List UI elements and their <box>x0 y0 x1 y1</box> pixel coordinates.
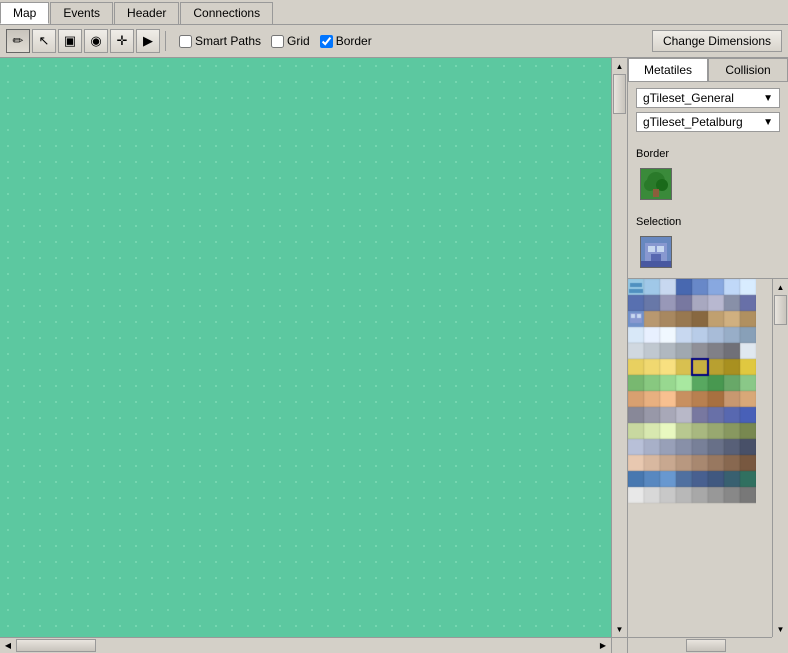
tileset-hscroll-thumb[interactable] <box>686 639 726 652</box>
tab-connections[interactable]: Connections <box>180 2 273 24</box>
dropper-tool-button[interactable]: ◉ <box>84 29 108 53</box>
pointer-tool-button[interactable]: ↖ <box>32 29 56 53</box>
selection-preview-tile[interactable] <box>640 236 672 268</box>
grid-label[interactable]: Grid <box>271 34 310 48</box>
grid-text: Grid <box>287 34 310 48</box>
change-dimensions-button[interactable]: Change Dimensions <box>652 30 782 52</box>
scroll-vertical-thumb[interactable] <box>613 74 626 114</box>
forward-tool-button[interactable]: ▶ <box>136 29 160 53</box>
main-layout: ▲ ▼ ◀ ▶ Metatiles Collision gTileset_Gen… <box>0 58 788 653</box>
map-background[interactable] <box>0 58 611 637</box>
toolbar-separator <box>165 31 166 51</box>
map-area: ▲ ▼ ◀ ▶ <box>0 58 628 653</box>
panel-tab-bar: Metatiles Collision <box>628 58 788 82</box>
border-text: Border <box>336 34 372 48</box>
tab-header[interactable]: Header <box>114 2 179 24</box>
tileset-canvas-element[interactable] <box>628 279 756 599</box>
pencil-tool-button[interactable]: ✏ <box>6 29 30 53</box>
tab-map[interactable]: Map <box>0 2 49 24</box>
tileset-vertical-scrollbar[interactable]: ▲ ▼ <box>772 279 788 637</box>
tileset1-dropdown[interactable]: gTileset_General ▼ <box>636 88 780 108</box>
toolbar: ✏ ↖ ▣ ◉ ✛ ▶ Smart Paths Grid Border Chan… <box>0 25 788 58</box>
tileset-palette: ▲ ▼ <box>628 278 788 653</box>
tileset-scroll-down[interactable]: ▼ <box>773 621 788 637</box>
map-canvas[interactable] <box>0 58 611 637</box>
right-panel: Metatiles Collision gTileset_General ▼ g… <box>628 58 788 653</box>
tab-collision[interactable]: Collision <box>708 58 788 81</box>
tileset-canvas[interactable] <box>628 279 788 637</box>
tileset2-dropdown[interactable]: gTileset_Petalburg ▼ <box>636 112 780 132</box>
smart-paths-text: Smart Paths <box>195 34 261 48</box>
smart-paths-checkbox[interactable] <box>179 35 192 48</box>
main-tab-bar: Map Events Header Connections <box>0 0 788 25</box>
grid-checkbox[interactable] <box>271 35 284 48</box>
border-preview-tile[interactable] <box>640 168 672 200</box>
fill-tool-button[interactable]: ▣ <box>58 29 82 53</box>
scroll-down-arrow[interactable]: ▼ <box>612 621 627 637</box>
smart-paths-label[interactable]: Smart Paths <box>179 34 261 48</box>
selection-section-label: Selection <box>636 216 780 228</box>
tab-metatiles[interactable]: Metatiles <box>628 58 708 81</box>
tab-events[interactable]: Events <box>50 2 113 24</box>
tileset2-arrow-icon: ▼ <box>763 117 773 128</box>
tileset-scroll-thumb[interactable] <box>774 295 787 325</box>
tileset1-arrow-icon: ▼ <box>763 93 773 104</box>
border-section-label: Border <box>636 148 780 160</box>
border-checkbox[interactable] <box>320 35 333 48</box>
scroll-up-arrow[interactable]: ▲ <box>612 58 627 74</box>
border-label[interactable]: Border <box>320 34 372 48</box>
border-section: Border <box>628 142 788 210</box>
tileset-section: gTileset_General ▼ gTileset_Petalburg ▼ <box>628 82 788 142</box>
selection-section: Selection <box>628 210 788 278</box>
map-vertical-scrollbar[interactable]: ▲ ▼ <box>611 58 627 637</box>
tileset1-value: gTileset_General <box>643 91 734 105</box>
move-tool-button[interactable]: ✛ <box>110 29 134 53</box>
scroll-horizontal-thumb[interactable] <box>16 639 96 652</box>
tileset2-value: gTileset_Petalburg <box>643 115 743 129</box>
tileset-scroll-up[interactable]: ▲ <box>773 279 788 295</box>
